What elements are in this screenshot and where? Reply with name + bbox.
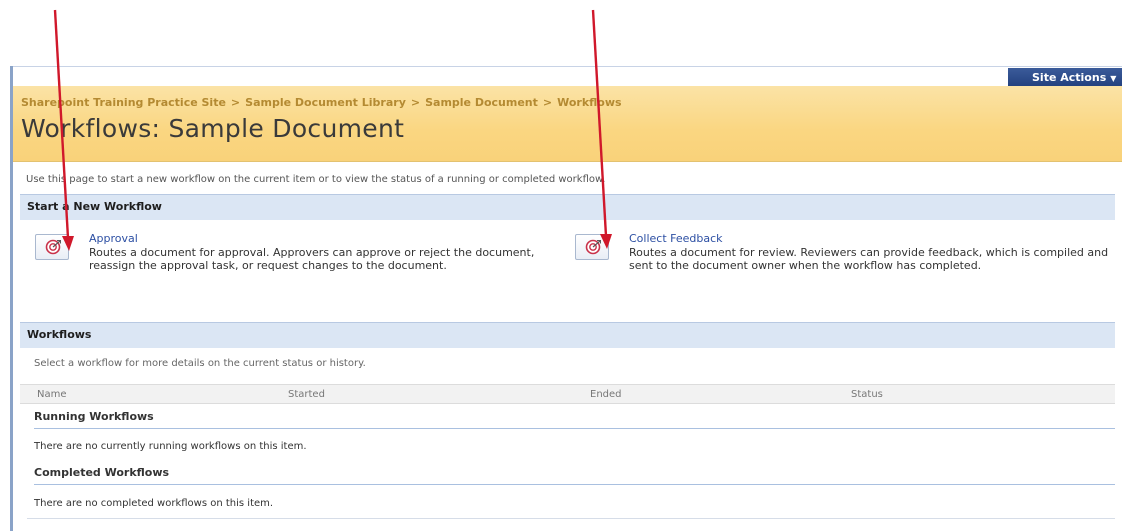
site-actions-label: Site Actions [1032,71,1107,84]
breadcrumb-document[interactable]: Sample Document [425,96,538,109]
collect-feedback-description: Routes a document for review. Reviewers … [629,246,1109,272]
collect-feedback-link[interactable]: Collect Feedback [629,232,723,245]
workflow-icon[interactable] [35,234,69,260]
column-ended[interactable]: Ended [590,389,622,400]
running-workflows-empty: There are no currently running workflows… [34,441,307,452]
breadcrumb-separator: > [542,96,553,109]
approval-description: Routes a document for approval. Approver… [89,246,535,272]
workflow-table-header: Name Started Ended Status [20,384,1115,404]
sharepoint-page: Site Actions ▼ Sharepoint Training Practi… [10,66,1122,531]
workflows-description: Select a workflow for more details on th… [34,358,366,369]
page-title: Workflows: Sample Document [21,114,405,143]
running-workflows-title: Running Workflows [34,410,154,423]
workflows-header: Workflows [20,322,1115,348]
breadcrumb-library[interactable]: Sample Document Library [245,96,406,109]
column-started[interactable]: Started [288,389,325,400]
breadcrumb-separator: > [410,96,421,109]
column-status[interactable]: Status [851,389,883,400]
completed-workflows-title: Completed Workflows [34,466,170,479]
completed-workflows-empty: There are no completed workflows on this… [34,498,274,509]
divider [27,518,1115,519]
workflow-icon[interactable] [575,234,609,260]
breadcrumb-current: Workflows [557,96,622,109]
chevron-down-icon: ▼ [1110,74,1117,83]
approval-link[interactable]: Approval [89,232,138,245]
start-workflow-header: Start a New Workflow [20,194,1115,220]
breadcrumb: Sharepoint Training Practice Site > Sample… [21,96,622,109]
breadcrumb-separator: > [230,96,241,109]
top-bar: Site Actions ▼ [13,66,1122,87]
site-actions-menu[interactable]: Site Actions ▼ [1008,68,1122,87]
breadcrumb-site[interactable]: Sharepoint Training Practice Site [21,96,226,109]
column-name[interactable]: Name [37,389,67,400]
divider [34,428,1115,429]
divider [34,484,1115,485]
page-description: Use this page to start a new workflow on… [26,174,606,185]
title-area: Sharepoint Training Practice Site > Sample… [13,86,1122,162]
